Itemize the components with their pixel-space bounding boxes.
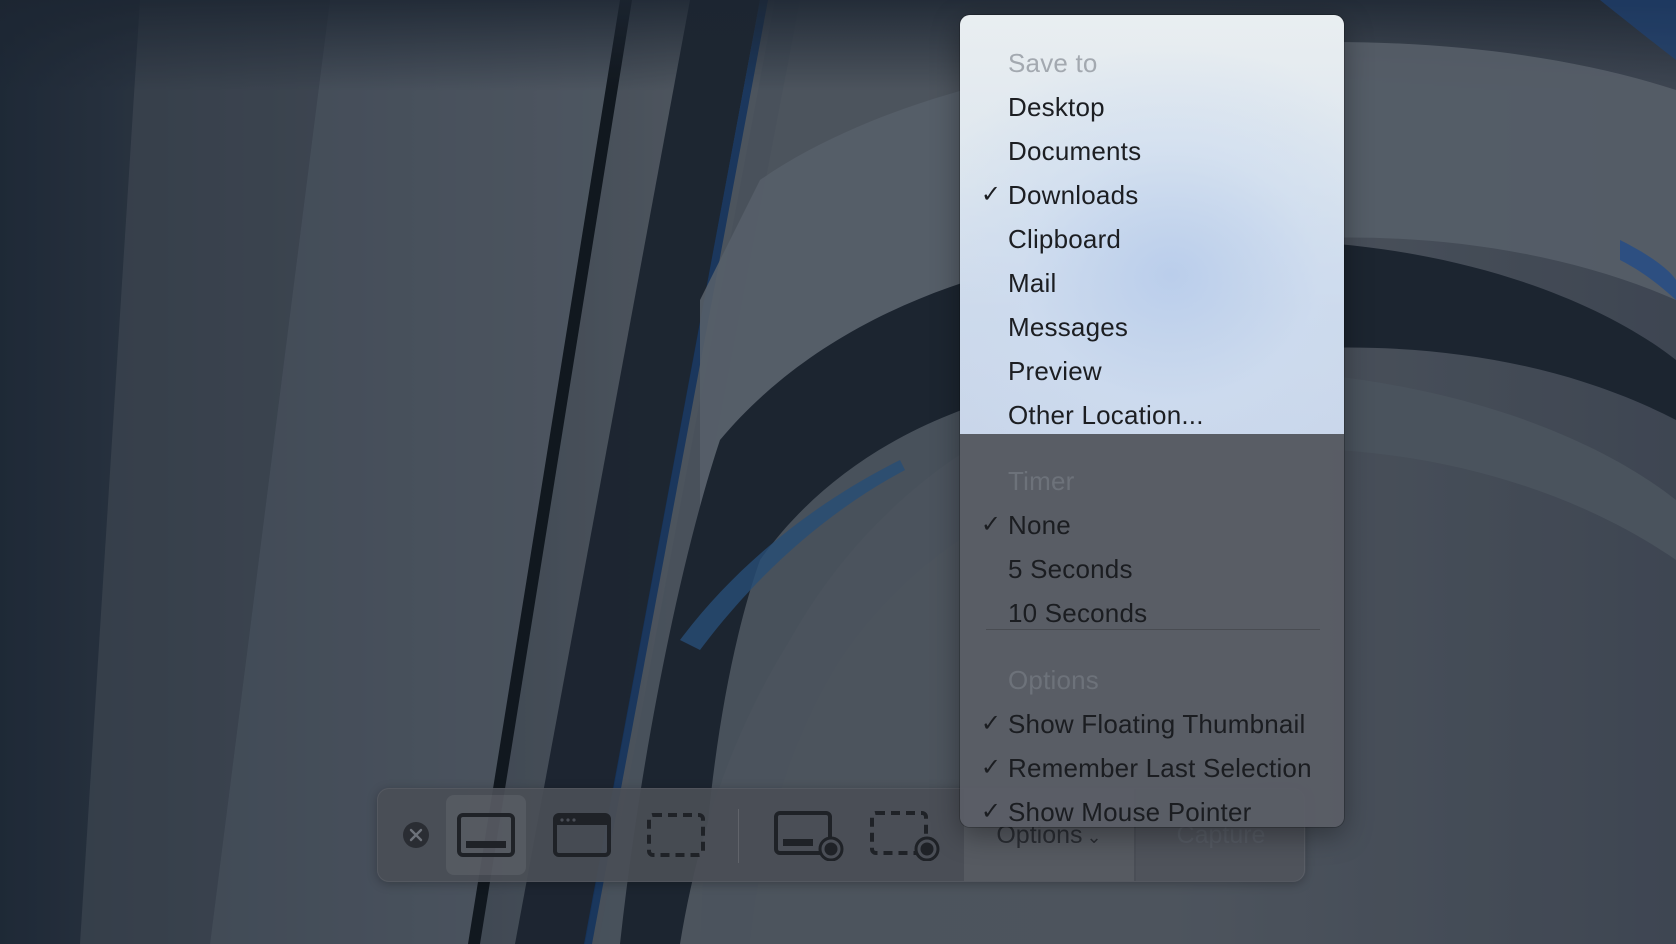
menu-header-options: Options (1008, 665, 1100, 695)
chevron-down-icon: ⌄ (1086, 826, 1102, 847)
capture-entire-screen-icon (457, 813, 515, 857)
capture-selection-button[interactable] (636, 795, 716, 875)
toolbar-divider (738, 809, 739, 863)
capture-selection-icon (647, 813, 705, 857)
menu-item-show-mouse-pointer[interactable]: ✓ Show Mouse Pointer (960, 790, 1344, 827)
menu-item-mail[interactable]: Mail (960, 261, 1344, 305)
menu-item-clipboard[interactable]: Clipboard (960, 217, 1344, 261)
record-entire-screen-icon (774, 811, 844, 861)
close-button[interactable] (402, 821, 430, 849)
checkmark-icon: ✓ (980, 181, 1002, 208)
capture-window-button[interactable] (542, 795, 622, 875)
menu-item-preview[interactable]: Preview (960, 349, 1344, 393)
menu-header-save-to: Save to (1008, 48, 1098, 78)
record-selection-icon (870, 811, 940, 861)
capture-entire-screen-button[interactable] (446, 795, 526, 875)
menu-item-desktop[interactable]: Desktop (960, 85, 1344, 129)
menu-item-timer-none[interactable]: ✓ None (960, 503, 1344, 547)
checkmark-icon: ✓ (980, 798, 1002, 825)
menu-separator (986, 629, 1320, 630)
record-selection-button[interactable] (860, 795, 950, 875)
checkmark-icon: ✓ (980, 710, 1002, 737)
menu-item-remember-last-selection[interactable]: ✓ Remember Last Selection (960, 746, 1344, 790)
menu-header-timer: Timer (1008, 466, 1075, 496)
menu-item-documents[interactable]: Documents (960, 129, 1344, 173)
menu-item-downloads[interactable]: ✓ Downloads (960, 173, 1344, 217)
menu-item-show-floating-thumbnail[interactable]: ✓ Show Floating Thumbnail (960, 702, 1344, 746)
options-menu: Save to Desktop Documents ✓ Downloads Cl… (960, 15, 1344, 827)
checkmark-icon: ✓ (980, 511, 1002, 538)
menu-item-timer-5-seconds[interactable]: 5 Seconds (960, 547, 1344, 591)
checkmark-icon: ✓ (980, 754, 1002, 781)
record-entire-screen-button[interactable] (764, 795, 854, 875)
menu-item-messages[interactable]: Messages (960, 305, 1344, 349)
close-icon (403, 822, 429, 848)
desktop: Options ⌄ Capture Save to Desktop Docume… (0, 0, 1676, 944)
capture-window-icon (553, 813, 611, 857)
menu-item-other-location[interactable]: Other Location... (960, 393, 1344, 437)
